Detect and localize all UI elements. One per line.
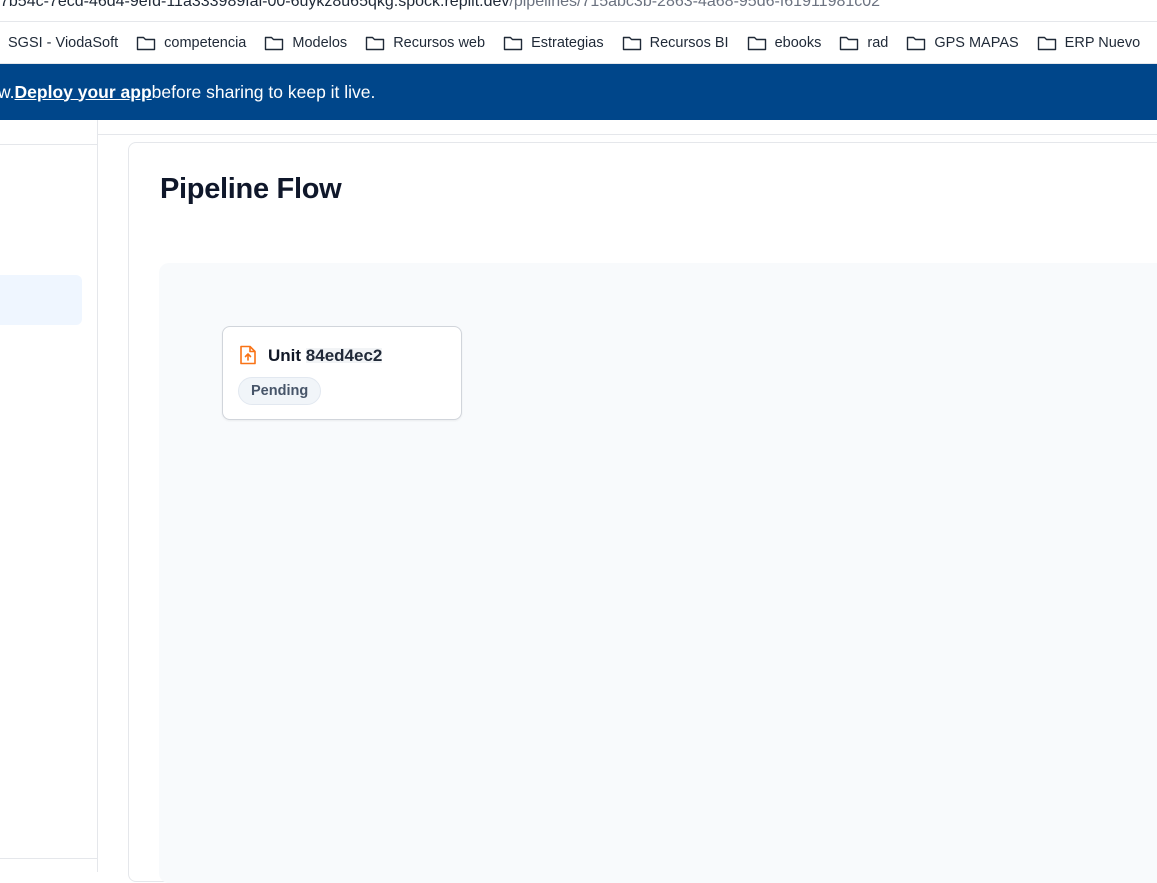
- bookmark-label: GPS MAPAS: [934, 34, 1019, 51]
- deploy-banner: w. Deploy your app before sharing to kee…: [0, 64, 1157, 120]
- bookmark-folder-rad[interactable]: rad: [831, 28, 888, 58]
- node-id: 84ed4ec2: [305, 346, 383, 365]
- bookmark-label: Recursos BI: [649, 34, 729, 51]
- bookmark-label: competencia: [164, 34, 247, 51]
- folder-icon: [265, 36, 284, 50]
- bookmark-folder-ebooks[interactable]: ebooks: [739, 28, 822, 58]
- sidebar: [0, 120, 98, 872]
- bookmark-folder-recursos-web[interactable]: Recursos web: [357, 28, 485, 58]
- file-upload-icon: [239, 345, 257, 369]
- folder-icon: [1037, 36, 1056, 50]
- folder-icon: [840, 36, 859, 50]
- pipeline-node[interactable]: Unit 84ed4ec2 Pending: [222, 326, 462, 420]
- node-title-prefix: Unit: [268, 346, 306, 365]
- bookmark-label: Recursos web: [393, 34, 486, 51]
- header-divider: [98, 134, 1157, 135]
- bookmark-folder-recursos-bi[interactable]: Recursos BI: [614, 28, 729, 58]
- url-path: /pipelines/715abc3b-2863-4a68-95d6-f6191…: [509, 0, 881, 10]
- folder-icon: [622, 36, 641, 50]
- node-title: Unit 84ed4ec2: [268, 346, 382, 366]
- sidebar-divider: [0, 144, 98, 145]
- folder-icon: [907, 36, 926, 50]
- bookmark-label: rad: [867, 34, 889, 51]
- folder-icon: [747, 36, 766, 50]
- bookmark-folder-estrategias[interactable]: Estrategias: [495, 28, 604, 58]
- folder-icon: [503, 36, 523, 50]
- bookmark-label: ERP Nuevo: [1064, 34, 1141, 51]
- folder-icon: [365, 36, 385, 50]
- bookmark-folder-erp-nuevo[interactable]: ERP Nuevo: [1029, 28, 1141, 58]
- url-text[interactable]: 7b54c-7ecd-46d4-9efd-11a333989fai-00-6uy…: [0, 0, 880, 12]
- bookmark-label: SGSI - ViodaSoft: [8, 34, 119, 51]
- sidebar-item-active[interactable]: [0, 275, 82, 325]
- bookmark-label: Modelos: [292, 34, 348, 51]
- page-title: Pipeline Flow: [160, 173, 342, 205]
- banner-text: before sharing to keep it live.: [151, 81, 376, 102]
- url-host: 7b54c-7ecd-46d4-9efd-11a333989fai-00-6uy…: [0, 0, 510, 10]
- deploy-app-link[interactable]: Deploy your app: [15, 82, 152, 103]
- address-bar[interactable]: 7b54c-7ecd-46d4-9efd-11a333989fai-00-6uy…: [0, 0, 1157, 22]
- bookmarks-bar: SGSI - ViodaSoft competencia Modelos Rec…: [0, 22, 1157, 64]
- sidebar-divider: [0, 858, 98, 859]
- bookmark-sgsi[interactable]: SGSI - ViodaSoft: [0, 28, 118, 58]
- bookmark-label: Estrategias: [531, 34, 604, 51]
- status-badge: Pending: [238, 377, 322, 405]
- bookmark-folder-modelos[interactable]: Modelos: [256, 28, 347, 58]
- banner-lead-text: w.: [0, 81, 15, 102]
- bookmark-folder-competencia[interactable]: competencia: [128, 28, 246, 58]
- bookmark-label: ebooks: [774, 34, 822, 51]
- folder-icon: [136, 36, 156, 50]
- bookmark-folder-gps-mapas[interactable]: GPS MAPAS: [898, 28, 1019, 58]
